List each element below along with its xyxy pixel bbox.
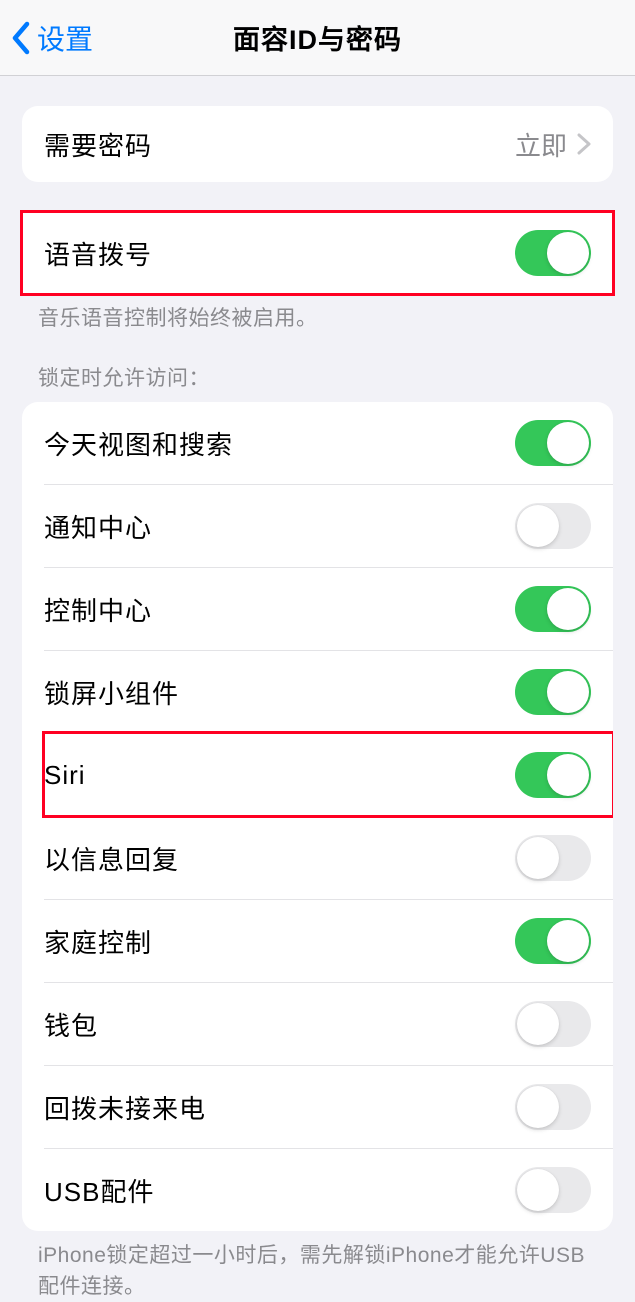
require-passcode-label: 需要密码 (44, 126, 152, 163)
toggle-knob (547, 588, 589, 630)
toggle-knob (547, 920, 589, 962)
lock-access-item-label: USB配件 (44, 1172, 154, 1209)
lock-access-item-label: 家庭控制 (44, 923, 152, 960)
toggle-knob (517, 505, 559, 547)
back-label: 设置 (37, 18, 93, 58)
voice-dial-group: 语音拨号 (22, 212, 613, 294)
toggle-knob (547, 232, 589, 274)
lock-access-item-label: 以信息回复 (44, 840, 179, 877)
toggle-knob (517, 837, 559, 879)
lock-access-toggle[interactable] (515, 918, 591, 964)
page-title: 面容ID与密码 (233, 18, 402, 57)
toggle-knob (547, 422, 589, 464)
voice-dial-row: 语音拨号 (22, 212, 613, 294)
lock-access-item-label: 锁屏小组件 (44, 674, 179, 711)
lock-access-row: 通知中心 (44, 484, 613, 567)
lock-access-item-label: 通知中心 (44, 508, 152, 545)
voice-dial-footer: 音乐语音控制将始终被启用。 (0, 294, 635, 334)
toggle-knob (547, 671, 589, 713)
lock-access-item-label: 钱包 (44, 1006, 98, 1043)
lock-access-toggle[interactable] (515, 1084, 591, 1130)
lock-access-toggle[interactable] (515, 1001, 591, 1047)
toggle-knob (547, 754, 589, 796)
lock-access-item-label: 控制中心 (44, 591, 152, 628)
lock-access-toggle[interactable] (515, 669, 591, 715)
nav-bar: 设置 面容ID与密码 (0, 0, 635, 76)
toggle-knob (517, 1003, 559, 1045)
lock-access-toggle[interactable] (515, 835, 591, 881)
lock-access-row: 家庭控制 (44, 899, 613, 982)
back-chevron-icon (10, 21, 32, 55)
back-button[interactable]: 设置 (10, 18, 93, 58)
passcode-group: 需要密码 立即 (22, 106, 613, 182)
lock-access-toggle[interactable] (515, 1167, 591, 1213)
lock-access-footer: iPhone锁定超过一小时后，需先解锁iPhone才能允许USB配件连接。 (0, 1231, 635, 1302)
voice-dial-label: 语音拨号 (44, 235, 152, 272)
require-passcode-value: 立即 (515, 126, 567, 163)
lock-access-header: 锁定时允许访问： (0, 334, 635, 392)
voice-dial-toggle[interactable] (515, 230, 591, 276)
lock-access-toggle[interactable] (515, 752, 591, 798)
lock-access-row: USB配件 (44, 1148, 613, 1231)
lock-access-toggle[interactable] (515, 503, 591, 549)
lock-access-item-label: Siri (44, 760, 86, 791)
lock-access-row: 锁屏小组件 (44, 650, 613, 733)
lock-access-toggle[interactable] (515, 586, 591, 632)
lock-access-item-label: 回拨未接来电 (44, 1089, 206, 1126)
require-passcode-right: 立即 (515, 126, 591, 163)
lock-access-item-label: 今天视图和搜索 (44, 425, 233, 462)
lock-access-row: 今天视图和搜索 (22, 402, 613, 484)
content: 需要密码 立即 语音拨号 音乐语音控制将始终被启用。 锁定时允许访问： 今天视图… (0, 106, 635, 1302)
lock-access-row: 以信息回复 (44, 816, 613, 899)
lock-access-row: Siri (44, 733, 613, 816)
toggle-knob (517, 1086, 559, 1128)
lock-access-group: 今天视图和搜索通知中心控制中心锁屏小组件 Siri 以信息回复家庭控制钱包回拨未接来… (22, 402, 613, 1231)
chevron-right-icon (577, 133, 591, 155)
lock-access-row: 钱包 (44, 982, 613, 1065)
lock-access-row: 控制中心 (44, 567, 613, 650)
require-passcode-row[interactable]: 需要密码 立即 (22, 106, 613, 182)
toggle-knob (517, 1169, 559, 1211)
lock-access-toggle[interactable] (515, 420, 591, 466)
lock-access-row: 回拨未接来电 (44, 1065, 613, 1148)
